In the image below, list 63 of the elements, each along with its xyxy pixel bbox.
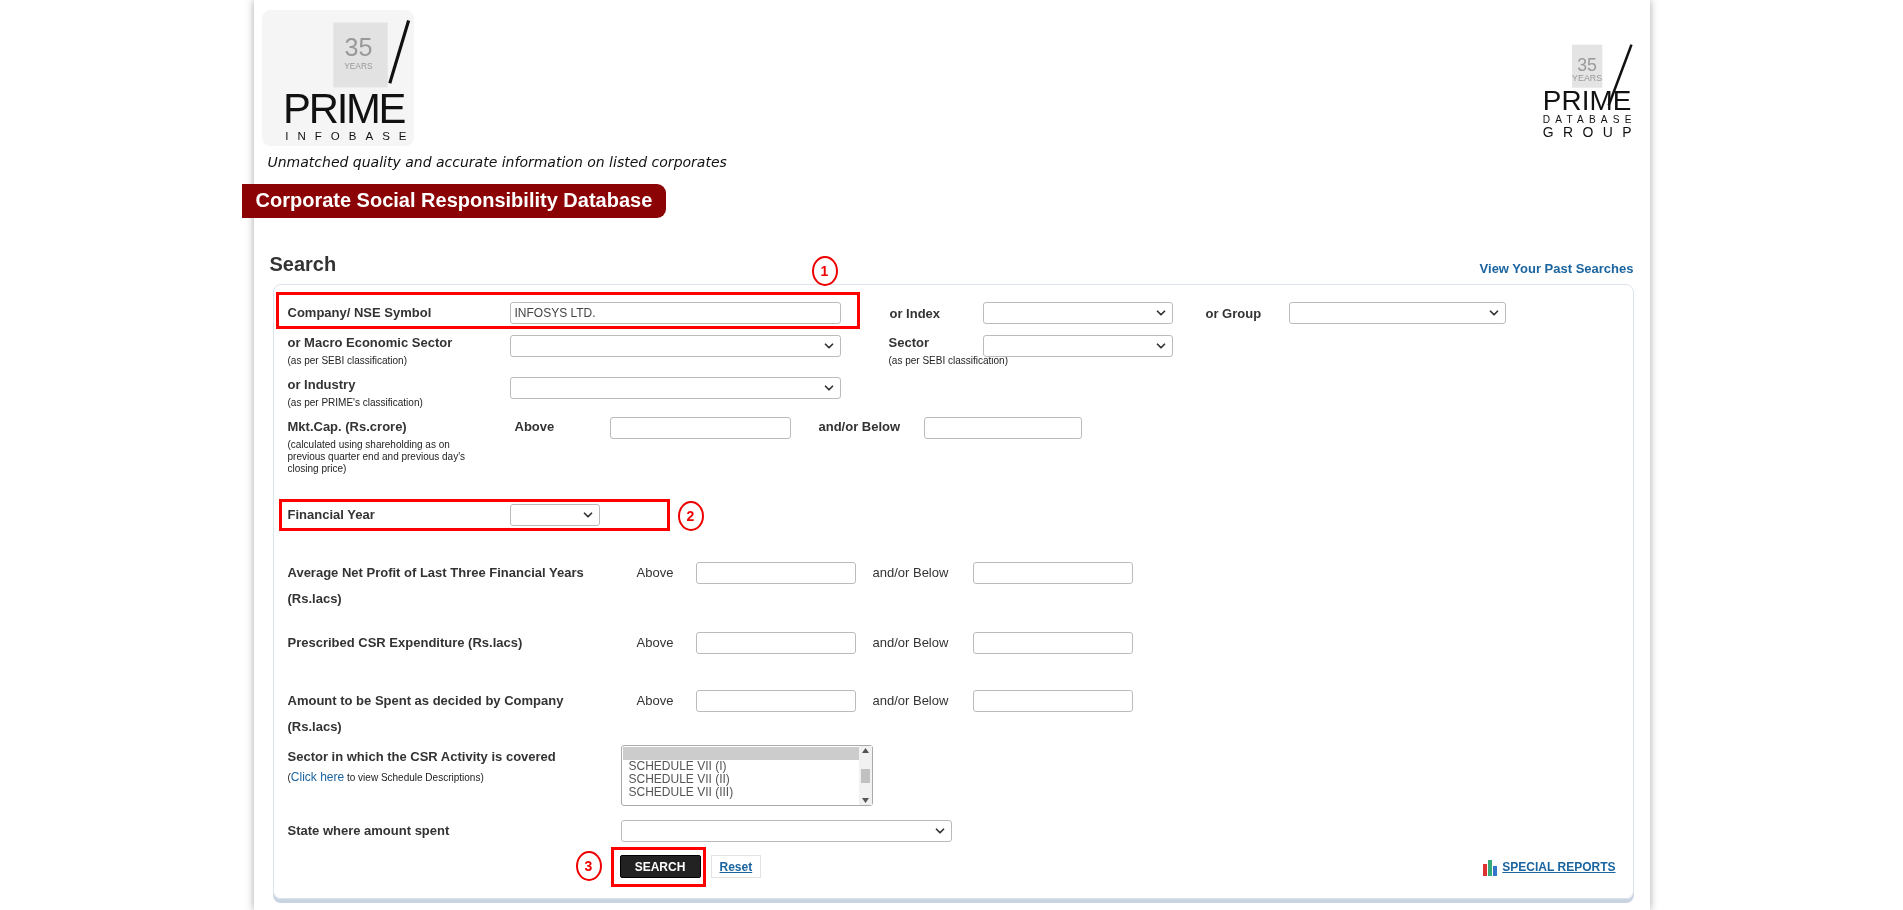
sector-dropdown[interactable] xyxy=(509,335,841,357)
step-number: 1 xyxy=(811,256,838,286)
step-number: 3 xyxy=(575,851,602,881)
group-dropdown[interactable] xyxy=(1288,302,1506,324)
sector-listbox[interactable]: SCHEDULE VII (I) SCHEDULE VII (II) SCHEDULE VII (III) xyxy=(620,745,873,806)
industry-dropdown[interactable] xyxy=(509,377,841,399)
tagline: Unmatched quality and accurate information on listed corporates xyxy=(267,154,728,170)
field-label: and/or Below xyxy=(872,634,950,652)
above-input[interactable] xyxy=(695,562,856,584)
sector-dropdown[interactable] xyxy=(982,335,1173,357)
state-dropdown[interactable] xyxy=(620,820,952,842)
section-heading: Search xyxy=(269,253,337,276)
above-input[interactable] xyxy=(695,690,856,712)
company-input[interactable]: INFOSYS LTD. xyxy=(509,302,841,324)
year-dropdown[interactable] xyxy=(509,504,600,526)
index-dropdown[interactable] xyxy=(982,302,1173,324)
field-label: Above xyxy=(513,419,556,434)
field-label: Amount to be Spent as decided by Company (Rs.lacs) xyxy=(287,692,565,736)
field-label: State where amount spent xyxy=(287,823,451,839)
field-note: (as per SEBI classification) xyxy=(287,355,408,367)
below-input[interactable] xyxy=(972,562,1133,584)
reset-button[interactable]: Reset xyxy=(710,855,762,878)
step-number: 2 xyxy=(677,501,704,531)
field-label: or Group xyxy=(1205,305,1263,321)
search-button[interactable]: SEARCH xyxy=(619,855,701,878)
field-label: Above xyxy=(636,634,675,652)
group-logo: 35 YEARS PRIME DATABASE GROUP xyxy=(1538,42,1634,141)
below-input[interactable] xyxy=(923,417,1082,439)
field-label: Company/ NSE Symbol xyxy=(287,305,433,321)
scrollbar[interactable] xyxy=(858,746,872,805)
field-label: Prescribed CSR Expenditure (Rs.lacs) xyxy=(287,634,524,652)
below-input[interactable] xyxy=(972,632,1133,654)
below-input[interactable] xyxy=(972,690,1133,712)
field-label: Above xyxy=(636,564,675,582)
field-label: and/or Below xyxy=(872,564,950,582)
field-note: (Click here to view Schedule Descriptions) xyxy=(287,771,485,784)
special-reports-link[interactable]: SPECIAL REPORTS xyxy=(1482,857,1616,876)
list-option[interactable]: SCHEDULE VII (III) xyxy=(622,786,859,799)
field-label: Sector xyxy=(888,335,930,351)
scrollbar-thumb[interactable] xyxy=(860,768,870,783)
field-label: Financial Year xyxy=(287,507,376,523)
field-note: (as per PRIME's classification) xyxy=(287,397,424,409)
above-input[interactable] xyxy=(695,632,856,654)
scroll-up-icon[interactable] xyxy=(861,748,869,753)
field-label: Mkt.Cap. (Rs.crore) xyxy=(287,419,408,435)
field-label: Sector in which the CSR Activity is covered xyxy=(287,749,557,765)
bar-chart-icon xyxy=(1482,857,1499,876)
field-label: and/or Below xyxy=(872,692,950,710)
field-label: or Macro Economic Sector xyxy=(287,335,454,351)
field-label: Average Net Profit of Last Three Financial Years (Rs.lacs) xyxy=(287,564,585,608)
above-input[interactable] xyxy=(609,417,791,439)
company-logo: 35 YEARS PRIME INFOBASE xyxy=(261,10,414,146)
field-label: or Index xyxy=(889,305,942,321)
list-option[interactable]: SCHEDULE VII (I) xyxy=(622,760,859,773)
field-label: Above xyxy=(636,692,675,710)
field-note: (calculated using shareholding as on previous quarter end and previous day's closing price) xyxy=(287,439,467,475)
field-label: and/or Below xyxy=(818,419,902,434)
list-option[interactable]: SCHEDULE VII (II) xyxy=(622,773,859,786)
past-searches-link[interactable]: View Your Past Searches xyxy=(1479,261,1634,276)
field-label: or Industry xyxy=(287,377,357,393)
field-note: (as per SEBI classification) xyxy=(888,355,1008,367)
scroll-down-icon[interactable] xyxy=(861,798,869,803)
title-banner: Corporate Social Responsibility Database xyxy=(241,184,667,218)
